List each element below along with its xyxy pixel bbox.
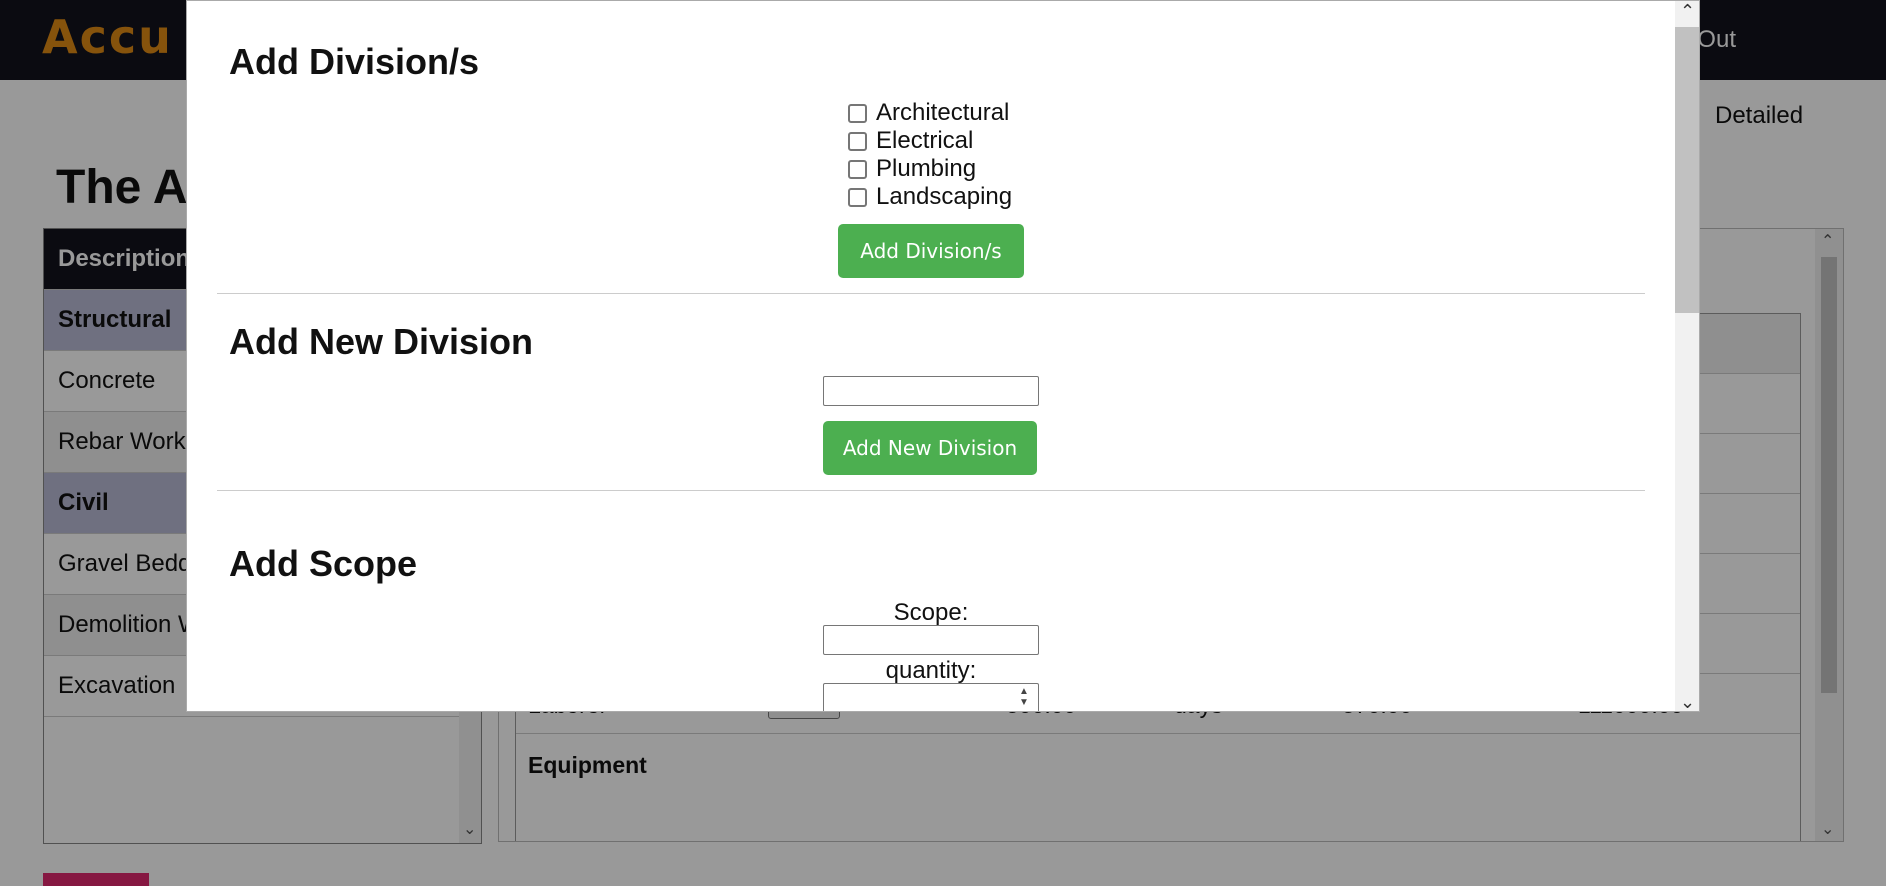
- add-divisions-button[interactable]: Add Division/s: [838, 224, 1024, 278]
- checkbox[interactable]: [848, 131, 867, 151]
- add-division-modal: Add Division/s Architectural Electrical …: [186, 0, 1700, 712]
- add-divisions-title: Add Division/s: [229, 41, 480, 82]
- section-divider: [217, 490, 1645, 491]
- add-new-division-button[interactable]: Add New Division: [823, 421, 1037, 475]
- scope-label: Scope:: [893, 599, 969, 626]
- checkbox-row-plumbing[interactable]: Plumbing: [848, 155, 1012, 183]
- chevron-down-icon[interactable]: ⌄: [1680, 692, 1695, 711]
- checkbox-label: Plumbing: [876, 155, 977, 182]
- quantity-label: quantity:: [885, 657, 977, 684]
- division-checklist: Architectural Electrical Plumbing Landsc…: [848, 99, 1012, 211]
- add-new-division-title: Add New Division: [229, 321, 534, 362]
- quantity-stepper[interactable]: ▲ ▼: [1014, 686, 1034, 710]
- quantity-input[interactable]: ▲ ▼: [823, 683, 1039, 711]
- checkbox[interactable]: [848, 159, 867, 179]
- checkbox-row-landscaping[interactable]: Landscaping: [848, 183, 1012, 211]
- checkbox[interactable]: [848, 187, 867, 207]
- checkbox-label: Landscaping: [876, 183, 1013, 210]
- modal-scrollbar[interactable]: ⌃ ⌄: [1675, 1, 1699, 711]
- modal-content: Add Division/s Architectural Electrical …: [187, 1, 1677, 711]
- chevron-up-icon[interactable]: ⌃: [1680, 1, 1695, 22]
- checkbox-row-electrical[interactable]: Electrical: [848, 127, 1012, 155]
- scrollbar-thumb[interactable]: [1675, 27, 1699, 313]
- checkbox-label: Architectural: [876, 99, 1010, 126]
- checkbox[interactable]: [848, 103, 867, 123]
- scope-input[interactable]: [823, 625, 1039, 655]
- checkbox-row-architectural[interactable]: Architectural: [848, 99, 1012, 127]
- new-division-input[interactable]: [823, 376, 1039, 406]
- section-divider: [217, 293, 1645, 294]
- add-scope-title: Add Scope: [229, 543, 418, 584]
- checkbox-label: Electrical: [876, 127, 974, 154]
